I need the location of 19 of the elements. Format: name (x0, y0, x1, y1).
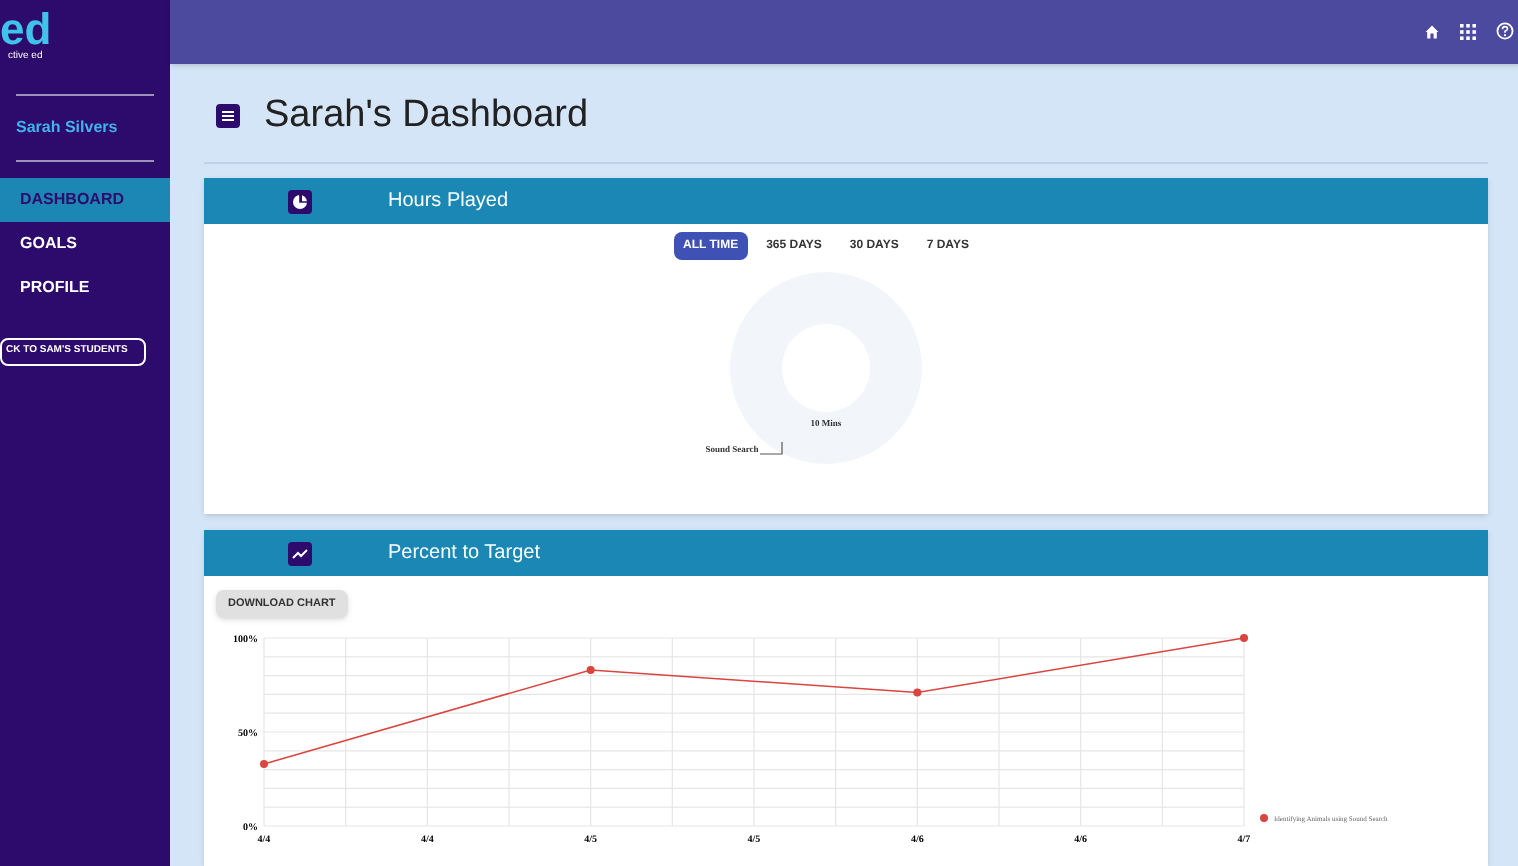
page-title: Sarah's Dashboard (264, 91, 589, 139)
apps-grid-icon[interactable] (1460, 23, 1476, 40)
help-icon[interactable] (1496, 22, 1514, 41)
data-point (586, 665, 595, 674)
data-point (260, 759, 268, 768)
home-icon[interactable] (1424, 23, 1440, 40)
nav-item[interactable]: DASHBOARD (0, 178, 170, 222)
dashboard-icon (216, 103, 240, 128)
card-title: Hours Played (388, 188, 509, 216)
leader-line (758, 441, 787, 458)
trend-icon (288, 541, 312, 565)
nav-item[interactable]: PROFILE (0, 266, 170, 310)
user-name: Sarah Silvers (14, 116, 120, 140)
card-title: Percent to Target (388, 540, 540, 568)
logo: ed (0, 8, 52, 52)
data-point (1240, 634, 1248, 642)
data-point (913, 688, 922, 697)
pie-chart-icon (288, 189, 312, 213)
nav-item[interactable]: GOALS (0, 222, 170, 266)
